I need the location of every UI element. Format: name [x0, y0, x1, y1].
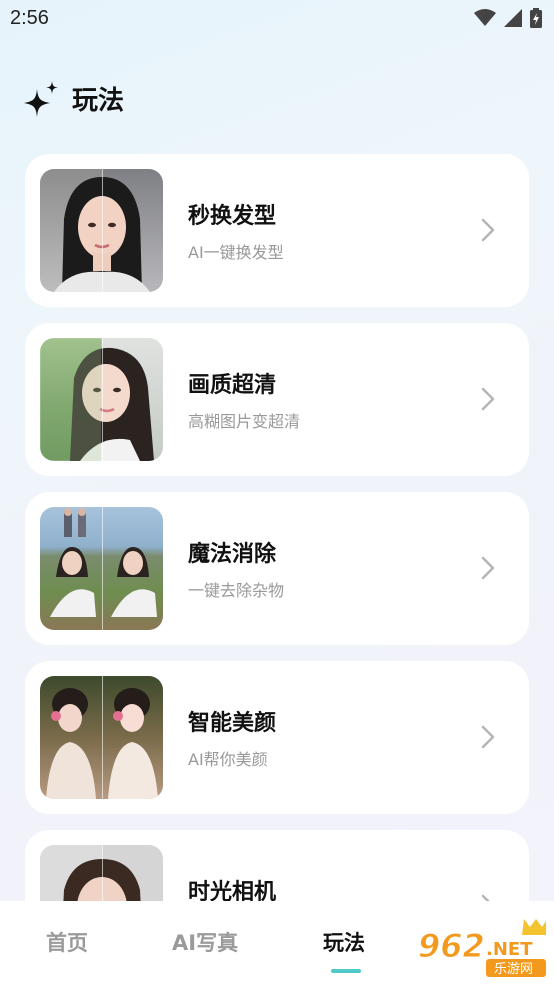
- watermark-number: 962: [418, 927, 485, 965]
- card-title: 智能美颜: [188, 711, 277, 736]
- feature-card-enhance[interactable]: 画质超清 高糊图片变超清: [25, 323, 529, 476]
- sparkle-icon: [24, 80, 58, 117]
- active-tab-indicator: [331, 969, 361, 973]
- watermark-text: 乐游网: [494, 962, 533, 977]
- chevron-right-icon: [481, 387, 495, 411]
- card-subtitle: 一键去除杂物: [188, 581, 285, 600]
- status-time: 2:56: [10, 7, 49, 29]
- card-subtitle: AI帮你美颜: [188, 750, 268, 769]
- enhance-thumbnail: [40, 338, 163, 461]
- feature-card-beauty[interactable]: 智能美颜 AI帮你美颜: [25, 661, 529, 814]
- tab-home[interactable]: 首页: [46, 927, 88, 957]
- chevron-right-icon: [481, 556, 495, 580]
- card-title: 画质超清: [188, 373, 277, 398]
- page-title: 玩法: [72, 86, 125, 116]
- chevron-right-icon: [481, 725, 495, 749]
- beauty-thumbnail: [40, 676, 163, 799]
- card-title: 秒换发型: [188, 204, 277, 229]
- feature-card-hairstyle[interactable]: 秒换发型 AI一键换发型: [25, 154, 529, 307]
- card-subtitle: 高糊图片变超清: [188, 412, 301, 431]
- watermark-suffix: .NET: [486, 939, 533, 960]
- signal-icon: [504, 9, 522, 27]
- hairstyle-thumbnail: [40, 169, 163, 292]
- status-bar: 2:56: [0, 0, 554, 38]
- status-icons: [474, 8, 542, 28]
- battery-icon: [530, 8, 542, 28]
- tab-ai-portrait[interactable]: AI写真: [172, 927, 238, 957]
- wifi-icon: [474, 9, 496, 26]
- chevron-right-icon: [481, 218, 495, 242]
- watermark-logo: 962 .NET 乐游网: [414, 917, 550, 979]
- tab-play[interactable]: 玩法: [323, 927, 365, 957]
- card-title: 魔法消除: [188, 542, 277, 567]
- eraser-thumbnail: [40, 507, 163, 630]
- feature-card-eraser[interactable]: 魔法消除 一键去除杂物: [25, 492, 529, 645]
- page-header: 玩法: [22, 80, 124, 117]
- card-subtitle: AI一键换发型: [188, 243, 284, 262]
